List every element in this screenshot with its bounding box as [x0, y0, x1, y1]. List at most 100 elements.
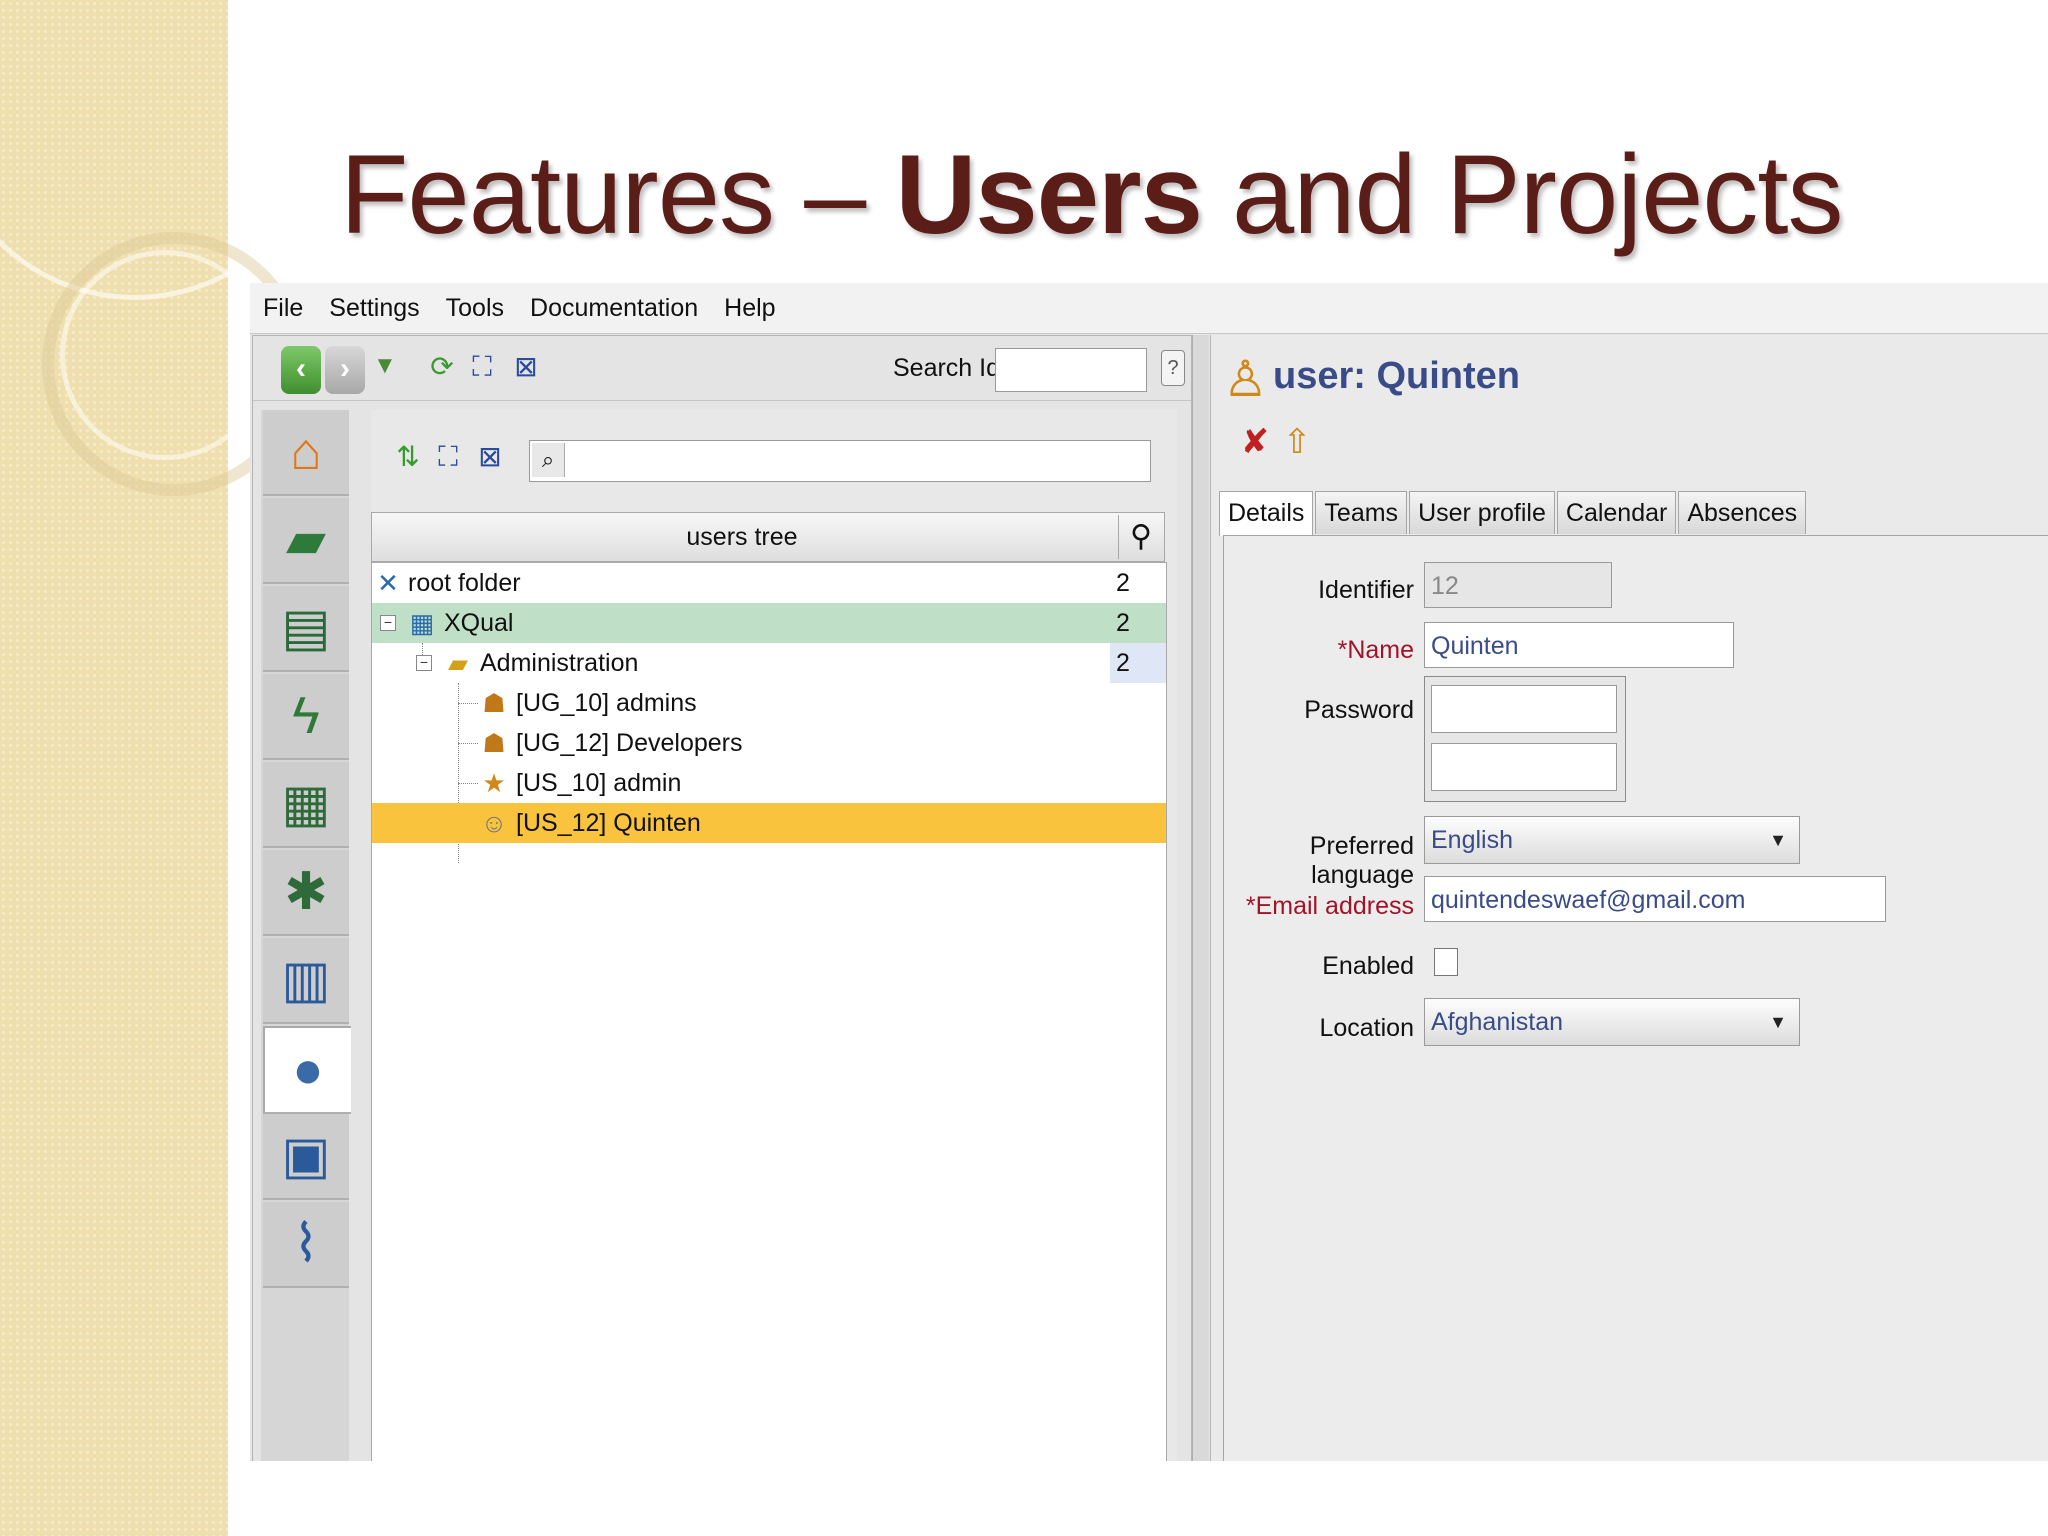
preferred-language-label: Preferred language [1309, 832, 1414, 889]
tree-row-label: [UG_10] admins [516, 689, 697, 717]
module-sidebar: ⌂ ▰ ▤ ϟ ▦ ✱ ▥ ● ▣ ⌇ [261, 410, 351, 1461]
main-toolbar: ‹ › ▼ ⟳ ⛶ ⊠ Search Id: ? [253, 336, 1191, 401]
tree-row-label: [US_10] admin [516, 769, 682, 797]
password-field[interactable] [1431, 685, 1617, 733]
tree-row-count: 2 [1116, 609, 1130, 637]
tree-header-title: users tree [686, 523, 798, 551]
collapse-tree-icon[interactable]: ⊠ [473, 440, 507, 474]
computer-icon[interactable]: ▣ [263, 1114, 349, 1200]
enabled-checkbox[interactable] [1434, 948, 1458, 976]
collapse-all-icon[interactable]: ⊠ [509, 350, 543, 384]
refresh-tree-icon[interactable]: ⇅ [391, 440, 425, 474]
menu-documentation[interactable]: Documentation [517, 283, 711, 333]
tree-row-count: 2 [1110, 643, 1166, 683]
clapperboard-icon[interactable]: ▦ [263, 762, 349, 848]
password-label: Password [1304, 696, 1414, 724]
left-pane: ‹ › ▼ ⟳ ⛶ ⊠ Search Id: ? ⌂ ▰ ▤ ϟ ▦ ✱ ▥ ●… [252, 335, 1192, 1461]
root-folder-icon: ✕ [377, 568, 399, 598]
history-dropdown-icon[interactable]: ▼ [373, 352, 397, 380]
tab-absences[interactable]: Absences [1678, 491, 1807, 534]
tree-header: users tree ⚲ [371, 512, 1165, 562]
tree-row-user-quinten[interactable]: ☺ [US_12] Quinten [372, 803, 1166, 843]
blackboard-icon[interactable]: ▤ [263, 586, 349, 672]
menu-settings[interactable]: Settings [316, 283, 432, 333]
collapse-icon[interactable]: − [416, 655, 432, 671]
name-field[interactable]: Quinten [1424, 622, 1734, 668]
tree-row-administration[interactable]: − ▰ Administration 2 [372, 643, 1166, 683]
tab-calendar[interactable]: Calendar [1556, 491, 1677, 534]
preferred-language-value: English [1431, 826, 1513, 854]
slide-title-suffix: and Projects [1201, 132, 1844, 257]
company-icon: ▦ [409, 608, 435, 638]
group-icon: ☗ [482, 688, 506, 718]
expand-tree-icon[interactable]: ⛶ [431, 440, 465, 474]
tree-row-group-admins[interactable]: ☗ [UG_10] admins [372, 683, 1166, 723]
tree-filter-input[interactable]: ⌕ [529, 440, 1151, 482]
slide-title: Features – Users and Projects [340, 130, 2000, 259]
slide-decoration [0, 0, 330, 1536]
users-tree: ✕ root folder 2 − ▦ XQual 2 − ▰ Administ… [371, 562, 1167, 1461]
identifier-label: Identifier [1318, 576, 1414, 604]
tree-row-count: 2 [1116, 569, 1130, 597]
slide-title-bold: Users [895, 132, 1203, 257]
name-label: *Name [1224, 636, 1414, 665]
location-label: Location [1319, 1014, 1414, 1042]
diagram-icon[interactable]: ▥ [263, 938, 349, 1024]
search-id-input[interactable] [995, 348, 1147, 392]
password-confirm-field[interactable] [1431, 743, 1617, 791]
tree-toolbar: ⇅ ⛶ ⊠ ⌕ [371, 410, 1177, 494]
email-label: *Email address [1224, 892, 1414, 921]
location-value: Afghanistan [1431, 1008, 1564, 1036]
collapse-icon[interactable]: − [380, 615, 396, 631]
user-count-icon: ⚲ [1118, 515, 1163, 559]
tab-teams[interactable]: Teams [1315, 491, 1408, 534]
ruler-icon[interactable]: ▰ [263, 498, 349, 584]
lightning-icon[interactable]: ϟ [263, 674, 349, 760]
tree-row-root[interactable]: ✕ root folder 2 [372, 563, 1166, 603]
tree-row-label: XQual [444, 609, 514, 637]
delete-user-icon[interactable]: ✘ [1237, 419, 1273, 465]
password-group [1424, 676, 1626, 802]
details-form: Identifier 12 *Name Quinten Password Pre… [1223, 535, 2048, 1461]
email-field[interactable]: quintendeswaef@gmail.com [1424, 876, 1886, 922]
menu-bar: File Settings Tools Documentation Help [250, 283, 2048, 334]
pane-splitter[interactable] [1192, 335, 1209, 1461]
tree-row-user-admin[interactable]: ★ [US_10] admin [372, 763, 1166, 803]
users-tree-panel: ⇅ ⛶ ⊠ ⌕ users tree ⚲ ✕ root folder 2 − ▦… [371, 410, 1177, 1461]
expand-all-icon[interactable]: ⛶ [465, 350, 499, 384]
tree-row-group-developers[interactable]: ☗ [UG_12] Developers [372, 723, 1166, 763]
back-button[interactable]: ‹ [281, 346, 321, 394]
slide-title-prefix: Features – [340, 132, 896, 257]
tree-row-label: Administration [480, 649, 639, 677]
decorative-ring [60, 250, 270, 460]
details-title: user: Quinten [1273, 355, 1521, 397]
tree-row-xqual[interactable]: − ▦ XQual 2 [372, 603, 1166, 643]
help-icon[interactable]: ? [1161, 350, 1185, 386]
details-tabs: Details Teams User profile Calendar Abse… [1219, 491, 1808, 536]
home-icon[interactable]: ⌂ [263, 410, 349, 496]
enabled-label: Enabled [1322, 952, 1414, 980]
chevron-down-icon: ▼ [1769, 830, 1787, 850]
group-icon: ☗ [482, 728, 506, 758]
move-user-icon[interactable]: ⇧ [1279, 419, 1315, 465]
refresh-icon[interactable]: ⟳ [425, 350, 459, 384]
email-label-text: Email address [1255, 892, 1414, 920]
required-marker: * [1337, 636, 1348, 664]
menu-tools[interactable]: Tools [433, 283, 517, 333]
user-icon[interactable]: ● [263, 1026, 351, 1114]
search-id-label: Search Id: [893, 354, 1007, 382]
menu-help[interactable]: Help [711, 283, 788, 333]
paperclip-icon[interactable]: ⌇ [263, 1202, 349, 1288]
tab-user-profile[interactable]: User profile [1409, 491, 1555, 534]
forward-button[interactable]: › [325, 346, 365, 394]
preferred-language-select[interactable]: English ▼ [1424, 816, 1800, 864]
location-select[interactable]: Afghanistan ▼ [1424, 998, 1800, 1046]
chevron-down-icon: ▼ [1769, 1012, 1787, 1032]
admin-user-icon: ★ [482, 768, 506, 798]
name-label-text: Name [1347, 636, 1414, 664]
tab-details[interactable]: Details [1219, 491, 1314, 536]
tree-row-label: [UG_12] Developers [516, 729, 743, 757]
menu-file[interactable]: File [250, 283, 316, 333]
bug-icon[interactable]: ✱ [263, 850, 349, 936]
search-icon: ⌕ [532, 443, 565, 477]
